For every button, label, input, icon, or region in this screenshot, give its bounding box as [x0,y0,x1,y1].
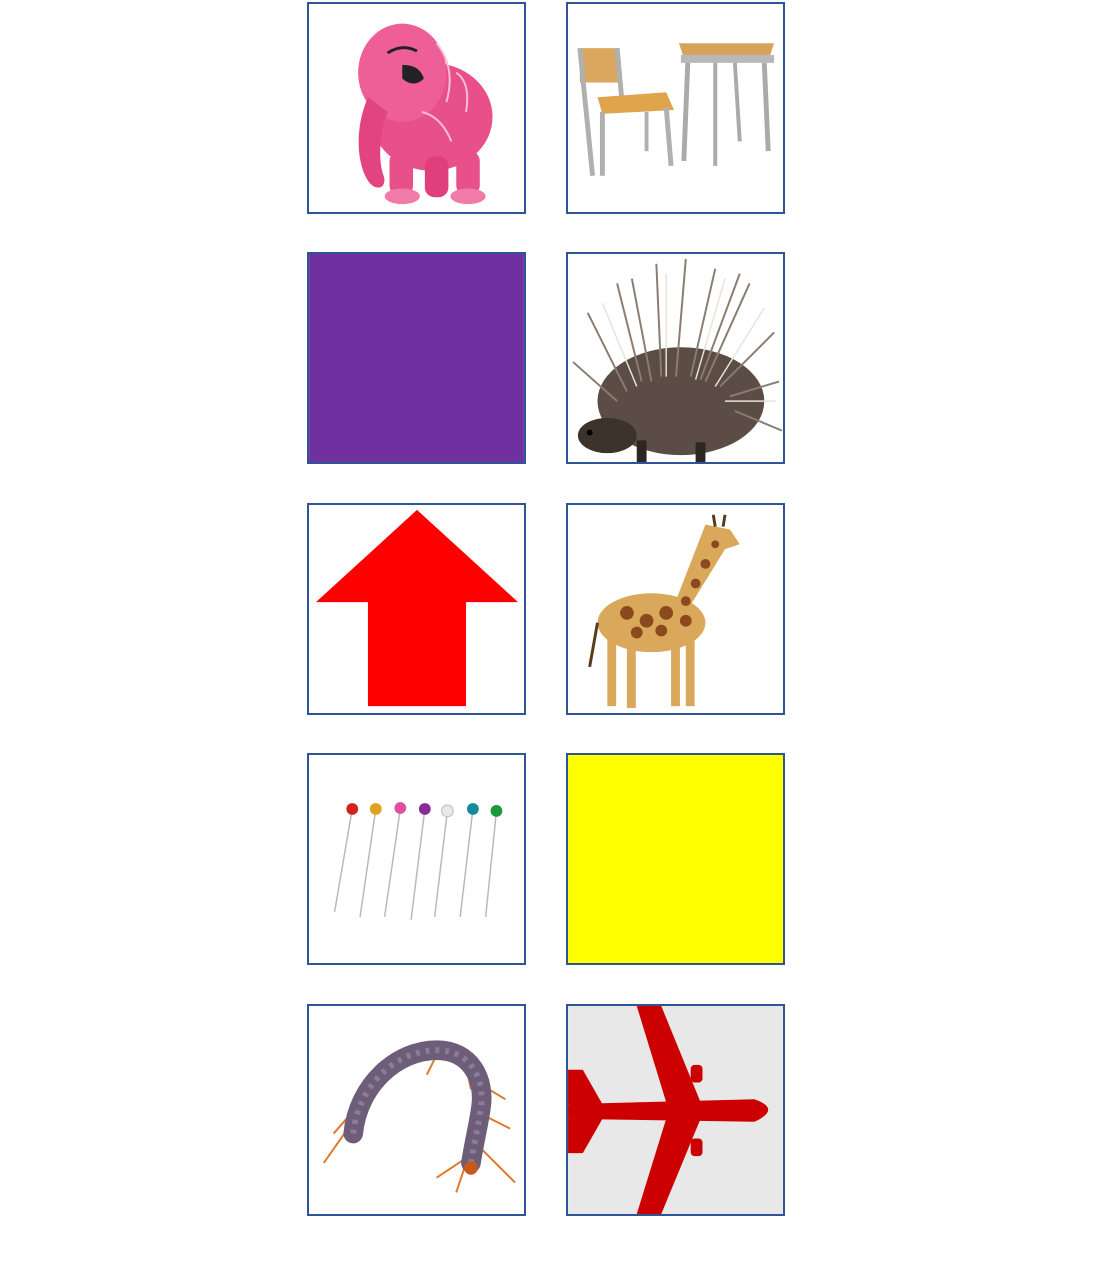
card-centipede[interactable] [307,1004,526,1216]
red-up-arrow-icon [315,509,519,707]
card-purple[interactable] [307,252,526,464]
card-desk-chair[interactable] [566,2,785,214]
card-yellow[interactable] [566,753,785,965]
school-desk-chair-icon [577,43,775,176]
card-giraffe[interactable] [566,503,785,715]
yellow-square-icon [568,755,783,963]
pins-icon [333,802,503,920]
card-pins[interactable] [307,753,526,965]
card-porcupine[interactable] [566,252,785,464]
centipede-icon [322,1040,516,1193]
purple-square-icon [309,254,524,462]
card-airplane[interactable] [566,1004,785,1216]
pink-elephant-icon [358,23,493,205]
card-elephant[interactable] [307,2,526,214]
porcupine-icon [572,258,783,462]
card-arrow[interactable] [307,503,526,715]
giraffe-icon [588,514,740,709]
red-airplane-icon [568,1006,783,1214]
